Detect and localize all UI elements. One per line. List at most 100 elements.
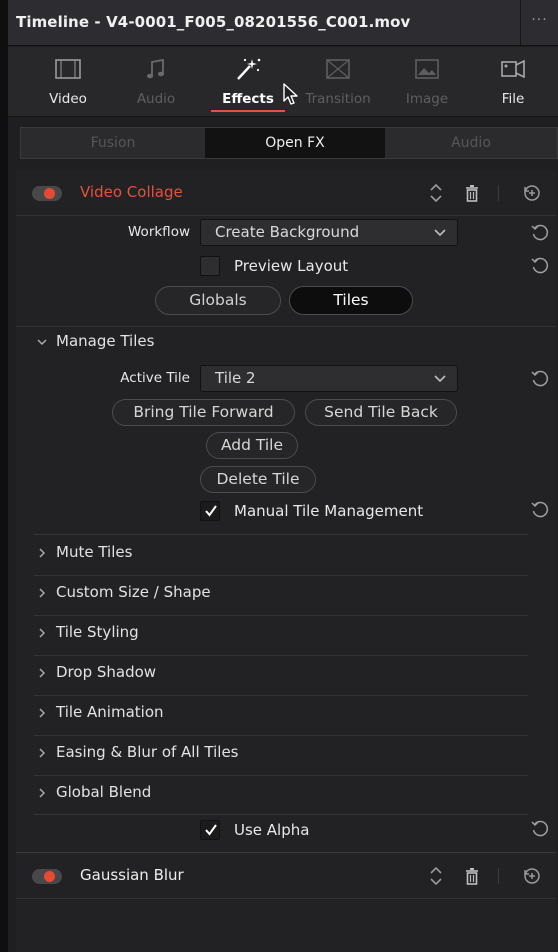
video-collage-title[interactable]: Video Collage xyxy=(80,183,183,201)
divider xyxy=(34,655,528,656)
chevron-down-icon xyxy=(434,229,446,237)
easing-blur-label: Easing & Blur of All Tiles xyxy=(56,743,239,761)
manual-tile-management-checkbox[interactable] xyxy=(200,501,220,521)
reset-use-alpha-icon[interactable] xyxy=(530,819,550,839)
chevron-right-icon xyxy=(39,628,45,638)
reset-effect-icon[interactable] xyxy=(522,864,542,888)
global-blend-section[interactable]: Global Blend xyxy=(36,783,526,805)
tab-audio[interactable]: Audio xyxy=(111,47,201,117)
options-menu-button[interactable]: ··· xyxy=(520,0,558,46)
effects-panel: Video Collage Workflow Create Background… xyxy=(16,170,556,952)
tab-transition[interactable]: Transition xyxy=(293,47,383,117)
manual-tile-management-label: Manual Tile Management xyxy=(234,502,424,520)
tab-audio-label: Audio xyxy=(136,91,176,107)
chevron-right-icon xyxy=(39,708,45,718)
tab-effects-label: Effects xyxy=(222,91,274,107)
tab-file-label: File xyxy=(501,91,525,107)
tab-video[interactable]: Video xyxy=(23,47,113,117)
drop-shadow-label: Drop Shadow xyxy=(56,663,157,681)
divider xyxy=(34,615,528,616)
divider xyxy=(34,534,528,535)
tile-styling-section[interactable]: Tile Styling xyxy=(36,623,526,645)
transition-icon xyxy=(326,59,350,79)
manage-tiles-section[interactable]: Manage Tiles xyxy=(36,332,526,354)
use-alpha-checkbox[interactable] xyxy=(200,820,220,840)
toggle-knob xyxy=(44,188,55,199)
preview-layout-checkbox[interactable] xyxy=(200,256,220,276)
tiles-button[interactable]: Tiles xyxy=(289,286,413,315)
subtab-audio[interactable]: Audio xyxy=(385,128,557,158)
chevron-right-icon xyxy=(39,788,45,798)
gaussian-blur-title[interactable]: Gaussian Blur xyxy=(80,866,184,884)
toggle-knob xyxy=(44,871,55,882)
use-alpha-label: Use Alpha xyxy=(234,821,310,839)
video-collage-header: Video Collage xyxy=(16,171,556,215)
divider xyxy=(16,898,556,899)
video-collage-actions xyxy=(406,181,546,205)
tab-transition-label: Transition xyxy=(305,91,371,107)
custom-size-shape-label: Custom Size / Shape xyxy=(56,583,211,601)
gaussian-blur-enable-toggle[interactable] xyxy=(32,869,62,884)
reset-manual-tile-management-icon[interactable] xyxy=(530,500,550,520)
tab-effects[interactable]: Effects xyxy=(203,47,293,117)
inspector-tabs: Video Audio Effects Transition Image Fil… xyxy=(8,47,558,117)
delete-trash-icon[interactable] xyxy=(462,181,482,205)
global-blend-label: Global Blend xyxy=(56,783,152,801)
reorder-updown-icon[interactable] xyxy=(426,864,446,888)
video-icon xyxy=(55,59,81,79)
divider xyxy=(34,575,528,576)
divider xyxy=(16,326,556,327)
delete-trash-icon[interactable] xyxy=(462,864,482,888)
active-tab-indicator xyxy=(211,110,285,112)
globals-button[interactable]: Globals xyxy=(155,286,281,315)
audio-icon xyxy=(147,58,164,79)
header-divider xyxy=(498,185,499,201)
header-divider xyxy=(498,868,499,884)
tab-file[interactable]: File xyxy=(468,47,558,117)
active-tile-value: Tile 2 xyxy=(215,369,256,387)
reset-active-tile-icon[interactable] xyxy=(530,369,550,389)
chevron-right-icon xyxy=(39,548,45,558)
tab-image-label: Image xyxy=(405,91,449,107)
reset-workflow-icon[interactable] xyxy=(530,223,550,243)
easing-blur-section[interactable]: Easing & Blur of All Tiles xyxy=(36,743,526,765)
workflow-label: Workflow xyxy=(128,224,190,240)
chevron-right-icon xyxy=(39,668,45,678)
inspector-window: Timeline - V4-0001_F005_08201556_C001.mo… xyxy=(0,0,558,952)
checkmark-icon xyxy=(205,505,217,517)
mute-tiles-label: Mute Tiles xyxy=(56,543,133,561)
send-tile-back-button[interactable]: Send Tile Back xyxy=(305,399,457,426)
mute-tiles-section[interactable]: Mute Tiles xyxy=(36,543,526,565)
reset-preview-layout-icon[interactable] xyxy=(530,256,550,276)
image-icon xyxy=(415,59,439,79)
active-tile-label: Active Tile xyxy=(120,370,190,386)
tile-animation-section[interactable]: Tile Animation xyxy=(36,703,526,725)
window-title: Timeline - V4-0001_F005_08201556_C001.mo… xyxy=(16,13,411,31)
workflow-value: Create Background xyxy=(215,223,360,241)
active-tile-dropdown[interactable]: Tile 2 xyxy=(200,365,458,392)
subtab-open-fx[interactable]: Open FX xyxy=(205,128,385,158)
reset-effect-icon[interactable] xyxy=(522,181,542,205)
custom-size-shape-section[interactable]: Custom Size / Shape xyxy=(36,583,526,605)
workflow-dropdown[interactable]: Create Background xyxy=(200,219,458,246)
divider xyxy=(34,775,528,776)
divider xyxy=(34,735,528,736)
tab-video-label: Video xyxy=(49,91,87,107)
gaussian-blur-header: Gaussian Blur xyxy=(16,854,556,898)
drop-shadow-section[interactable]: Drop Shadow xyxy=(36,663,526,685)
add-tile-button[interactable]: Add Tile xyxy=(206,432,298,459)
tab-image[interactable]: Image xyxy=(382,47,472,117)
subtab-fusion[interactable]: Fusion xyxy=(21,128,205,158)
divider xyxy=(16,852,556,853)
checkmark-icon xyxy=(205,824,217,836)
file-icon xyxy=(501,59,525,79)
delete-tile-button[interactable]: Delete Tile xyxy=(200,466,316,493)
video-collage-enable-toggle[interactable] xyxy=(32,186,62,201)
divider xyxy=(34,695,528,696)
bring-tile-forward-button[interactable]: Bring Tile Forward xyxy=(112,399,295,426)
reorder-updown-icon[interactable] xyxy=(426,181,446,205)
gaussian-blur-actions xyxy=(406,864,546,888)
manage-tiles-label: Manage Tiles xyxy=(56,332,155,350)
chevron-down-icon xyxy=(37,339,47,345)
divider xyxy=(34,814,528,815)
